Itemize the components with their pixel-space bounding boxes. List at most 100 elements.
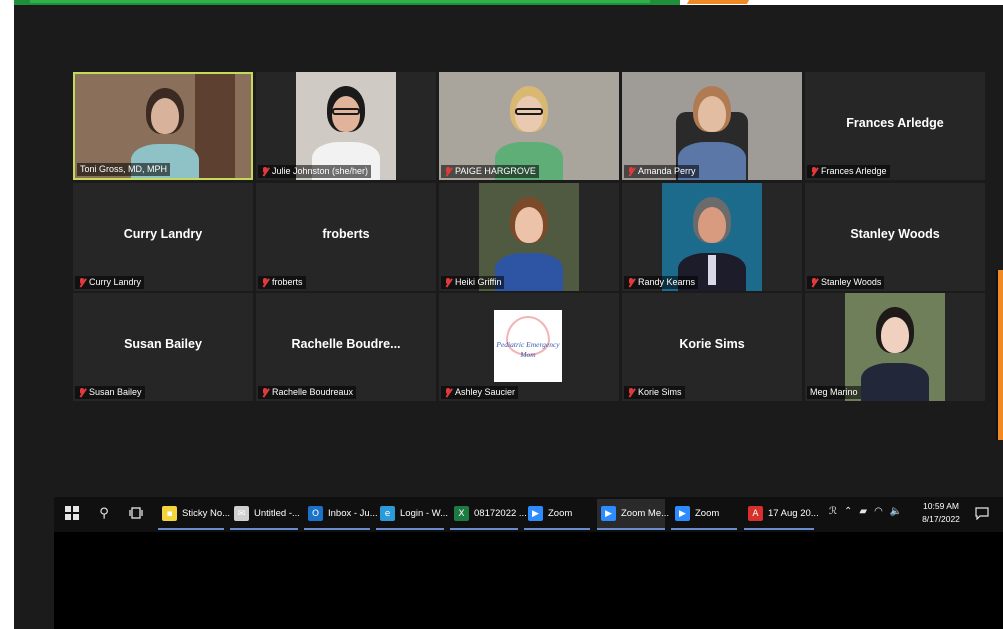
search-icon[interactable]: ⚲ — [96, 506, 112, 522]
taskbar-app-label: Zoom Me... — [621, 508, 670, 519]
taskbar-app-button[interactable]: e Login - W... — [376, 499, 448, 530]
wifi-icon[interactable]: ◠ — [874, 506, 883, 517]
system-tray: ℛ ⌃ ▰ ◠ 🔈 — [829, 506, 902, 517]
participant-video — [622, 72, 802, 180]
participant-tile[interactable]: Stanley Woods Stanley Woods — [805, 183, 985, 291]
participant-name: PAIGE HARGROVE — [455, 166, 536, 176]
windows-start-icon[interactable] — [64, 506, 80, 522]
participant-tile[interactable]: Pediatric Emergency Mom Ashley Saucier — [439, 293, 619, 401]
muted-mic-icon — [444, 277, 452, 288]
participant-display-name: Curry Landry — [123, 227, 203, 241]
clock-time: 10:59 AM — [923, 501, 959, 511]
participant-name-label: Curry Landry — [75, 276, 145, 289]
clock-date: 8/17/2022 — [922, 514, 960, 524]
participant-name: Meg Marino — [810, 387, 858, 397]
participant-tile[interactable]: froberts froberts — [256, 183, 436, 291]
participant-name: Ashley Saucier — [455, 387, 516, 397]
task-view-icon[interactable] — [128, 506, 144, 522]
taskbar-app-label: Login - W... — [400, 508, 449, 519]
photo-frame-right-decoration — [996, 270, 1003, 440]
taskbar-app-label: 08172022 ... — [474, 508, 527, 519]
person-body — [495, 253, 563, 291]
taskbar-app-button[interactable]: X 08172022 ... — [450, 499, 527, 530]
people-icon[interactable]: ℛ — [829, 506, 837, 517]
taskbar-app-label: Sticky No... — [182, 508, 231, 519]
participant-name-label: Susan Bailey — [75, 386, 145, 399]
participant-tile[interactable]: PAIGE HARGROVE — [439, 72, 619, 180]
muted-mic-icon — [78, 387, 86, 398]
photo-frame-green-band-light — [30, 0, 650, 3]
muted-mic-icon — [444, 166, 452, 177]
muted-mic-icon — [810, 166, 818, 177]
participant-name: froberts — [272, 277, 303, 287]
participant-display-name: Rachelle Boudre... — [291, 337, 401, 351]
participant-video — [296, 72, 396, 180]
taskbar-app-label: Zoom — [548, 508, 573, 519]
participant-name: Amanda Perry — [638, 166, 696, 176]
zoom-icon: ▶ — [675, 506, 690, 521]
participant-display-name: froberts — [322, 227, 370, 241]
chevron-up-icon[interactable]: ⌃ — [844, 506, 852, 517]
muted-mic-icon — [627, 166, 635, 177]
participant-name-label: PAIGE HARGROVE — [441, 165, 539, 178]
person-face — [515, 207, 543, 243]
participant-name-label: Stanley Woods — [807, 276, 885, 289]
participant-tile[interactable]: Korie Sims Korie Sims — [622, 293, 802, 401]
photo-frame-left-edge — [0, 0, 14, 629]
participant-video — [479, 183, 579, 291]
participant-tile[interactable]: Meg Marino — [805, 293, 985, 401]
participant-video — [439, 72, 619, 180]
participant-tile[interactable]: Heiki Griffin — [439, 183, 619, 291]
taskbar-app-button[interactable]: O Inbox - Ju... — [304, 499, 378, 530]
participant-name-label: Korie Sims — [624, 386, 685, 399]
taskbar-app-button[interactable]: ▶ Zoom Me... — [597, 499, 669, 530]
participant-name: Stanley Woods — [821, 277, 882, 287]
participant-name-label: Toni Gross, MD, MPH — [77, 163, 171, 176]
participant-name-label: Ashley Saucier — [441, 386, 519, 399]
participant-tile[interactable]: Susan Bailey Susan Bailey — [73, 293, 253, 401]
taskbar-app-button[interactable]: ▪ Sticky No... — [158, 499, 230, 530]
taskbar-app-button[interactable]: ▶ Zoom — [524, 499, 590, 530]
participant-name: Toni Gross, MD, MPH — [80, 164, 168, 174]
participant-tile[interactable]: Julie Johnston (she/her) — [256, 72, 436, 180]
participant-name: Susan Bailey — [89, 387, 142, 397]
glasses — [515, 108, 543, 115]
excel-icon: X — [454, 506, 469, 521]
profile-logo-text: Pediatric Emergency Mom — [496, 340, 560, 359]
taskbar-app-label: Inbox - Ju... — [328, 508, 378, 519]
participant-name-label: Frances Arledge — [807, 165, 890, 178]
participant-tile[interactable]: Frances Arledge Frances Arledge — [805, 72, 985, 180]
participant-name: Rachelle Boudreaux — [272, 387, 354, 397]
taskbar-app-label: Zoom — [695, 508, 720, 519]
participant-display-name: Frances Arledge — [846, 116, 944, 130]
notifications-icon[interactable] — [974, 506, 990, 522]
person-face — [698, 207, 726, 243]
taskbar-app-button[interactable]: ▶ Zoom — [671, 499, 737, 530]
doorway — [195, 74, 235, 178]
participant-tile[interactable]: Curry Landry Curry Landry — [73, 183, 253, 291]
volume-icon[interactable]: 🔈 — [890, 506, 902, 517]
participant-name-label: Heiki Griffin — [441, 276, 505, 289]
outlook-icon: O — [308, 506, 323, 521]
participant-name: Randy Kearns — [638, 277, 696, 287]
person-body — [861, 363, 929, 401]
participant-display-name: Stanley Woods — [850, 227, 940, 241]
taskbar-app-button[interactable]: ✉ Untitled -... — [230, 499, 300, 530]
participant-name: Heiki Griffin — [455, 277, 502, 287]
profile-logo: Pediatric Emergency Mom — [494, 310, 562, 382]
participant-tile[interactable]: Randy Kearns — [622, 183, 802, 291]
network-icon[interactable]: ▰ — [859, 506, 867, 517]
participant-name-label: Meg Marino — [807, 386, 861, 399]
taskbar-clock[interactable]: 10:59 AM 8/17/2022 — [916, 500, 966, 526]
participant-display-name: Korie Sims — [679, 337, 745, 351]
participant-tile[interactable]: Rachelle Boudre... Rachelle Boudreaux — [256, 293, 436, 401]
person-face — [151, 98, 179, 134]
participant-name-label: Amanda Perry — [624, 165, 699, 178]
participant-name: Korie Sims — [638, 387, 682, 397]
pdf-icon: A — [748, 506, 763, 521]
muted-mic-icon — [261, 166, 269, 177]
participant-tile[interactable]: Toni Gross, MD, MPH — [73, 72, 253, 180]
tie — [708, 255, 716, 285]
taskbar-app-button[interactable]: A 17 Aug 20... — [744, 499, 819, 530]
participant-tile[interactable]: Amanda Perry — [622, 72, 802, 180]
